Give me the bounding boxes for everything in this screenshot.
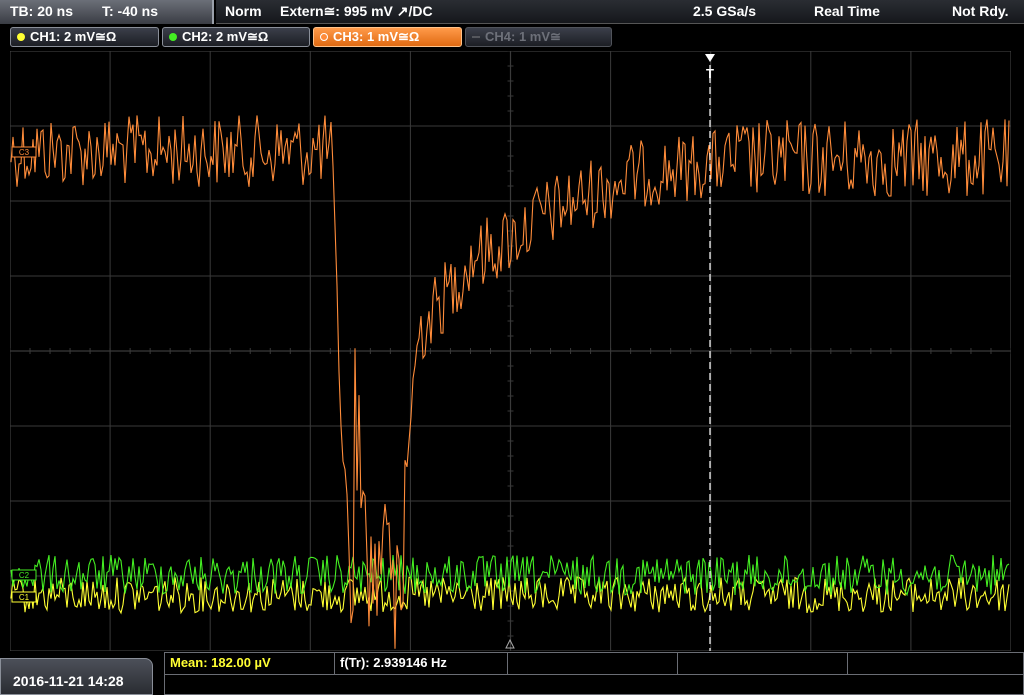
channel-tab-ch1[interactable]: CH1: 2 mV≅Ω <box>10 27 159 47</box>
trigger-source[interactable]: Extern≅: 995 mV ↗/DC <box>280 3 433 20</box>
ch1-ref-marker[interactable]: C1 <box>11 591 37 603</box>
frequency-measurement[interactable]: f(Tr): 2.939146 Hz <box>335 653 508 674</box>
acquisition-mode[interactable]: Real Time <box>814 3 880 19</box>
timebase-label: TB: 20 ns <box>10 3 74 19</box>
status-bar: Norm Extern≅: 995 mV ↗/DC 2.5 GSa/s Real… <box>216 0 1024 24</box>
ch3-ref-label: C3 <box>19 148 30 157</box>
ch3-label: CH3: 1 mV≅Ω <box>333 29 420 44</box>
measurement-divider <box>165 674 1023 675</box>
trigger-mode[interactable]: Norm <box>225 3 262 19</box>
bottom-bar: 2016-11-21 14:28 Mean: 182.00 µV f(Tr): … <box>0 652 1024 695</box>
ch4-off-icon <box>472 36 480 38</box>
ch2-color-dot-icon <box>169 33 177 41</box>
ch1-color-dot-icon <box>17 33 25 41</box>
ch1-ref-label: C1 <box>19 593 30 602</box>
ch3-color-dot-icon <box>320 33 328 41</box>
channel-bar: CH1: 2 mV≅Ω CH2: 2 mV≅Ω CH3: 1 mV≅Ω CH4:… <box>0 25 1024 49</box>
datetime-panel[interactable]: 2016-11-21 14:28 <box>0 658 153 695</box>
ch2-ref-marker[interactable]: C2 <box>11 569 37 581</box>
measurement-panel: Mean: 182.00 µV f(Tr): 2.939146 Hz <box>164 652 1024 695</box>
sample-rate: 2.5 GSa/s <box>693 3 757 19</box>
waveform-display[interactable]: T C3 C2 C1 <box>10 51 1011 651</box>
mean-measurement[interactable]: Mean: 182.00 µV <box>165 653 335 674</box>
acquisition-state: Not Rdy. <box>952 3 1009 19</box>
channel-tab-ch4[interactable]: CH4: 1 mV≅ <box>465 27 612 47</box>
trigger-marker: T <box>706 66 714 81</box>
empty-measurement-slot[interactable] <box>848 653 1023 674</box>
empty-measurement-slot[interactable] <box>508 653 678 674</box>
top-bar: TB: 20 ns T: -40 ns Norm Extern≅: 995 mV… <box>0 0 1024 24</box>
datetime-label: 2016-11-21 14:28 <box>13 673 124 689</box>
ch3-ref-marker[interactable]: C3 <box>11 146 37 158</box>
trigger-position-label: T: -40 ns <box>102 3 159 19</box>
timebase-panel[interactable]: TB: 20 ns T: -40 ns <box>0 0 214 24</box>
channel-tab-ch3[interactable]: CH3: 1 mV≅Ω <box>313 27 462 47</box>
ch1-label: CH1: 2 mV≅Ω <box>30 29 117 44</box>
ch4-label: CH4: 1 mV≅ <box>485 29 561 44</box>
channel-tab-ch2[interactable]: CH2: 2 mV≅Ω <box>162 27 310 47</box>
ch2-label: CH2: 2 mV≅Ω <box>182 29 269 44</box>
empty-measurement-slot[interactable] <box>678 653 848 674</box>
ch2-ref-label: C2 <box>19 571 30 580</box>
